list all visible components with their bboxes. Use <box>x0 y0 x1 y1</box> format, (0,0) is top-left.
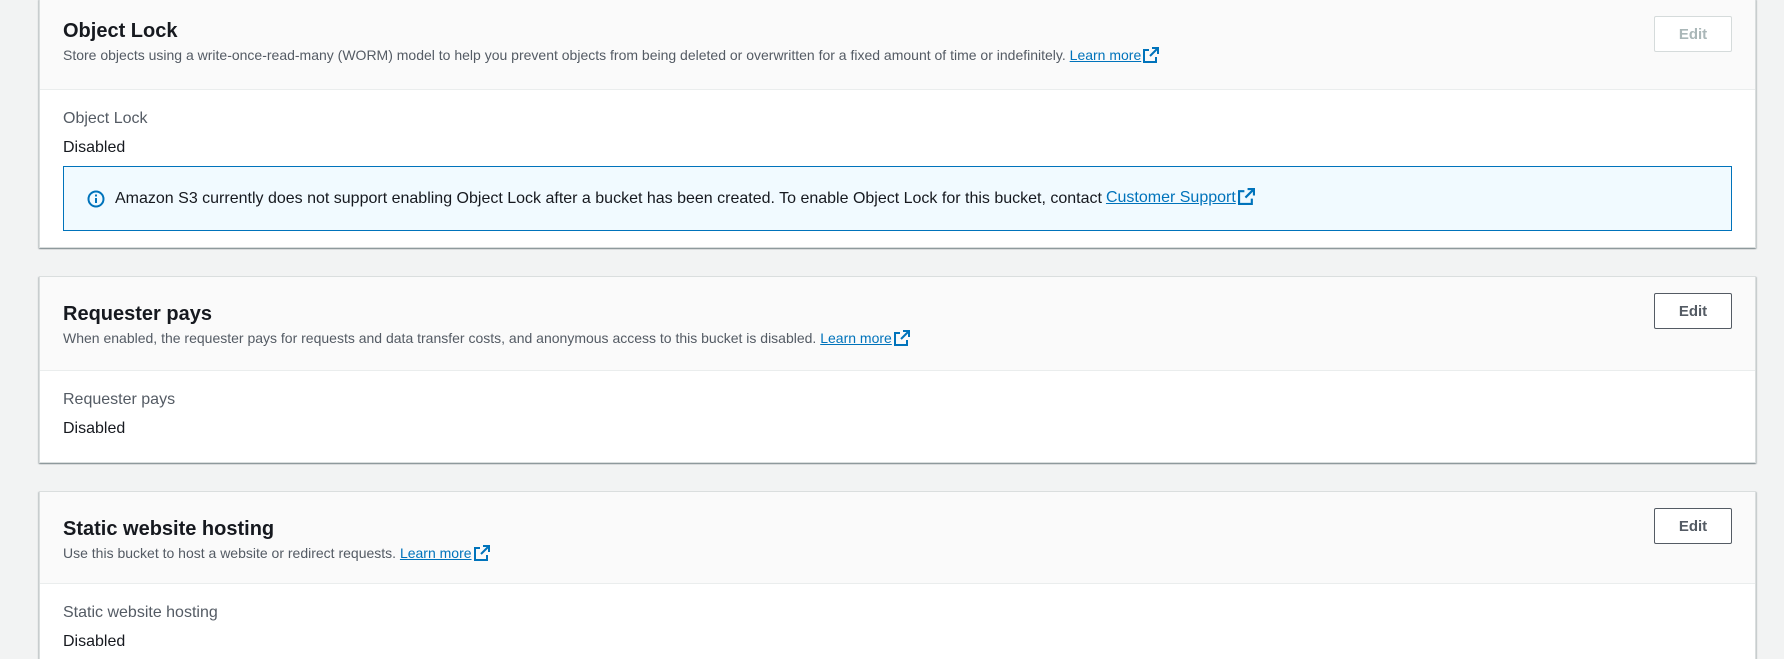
static-website-hosting-panel: Static website hosting Use this bucket t… <box>39 491 1756 659</box>
requester-pays-panel: Requester pays When enabled, the request… <box>39 276 1756 463</box>
learn-more-label: Learn more <box>820 330 892 346</box>
object-lock-learn-more-link[interactable]: Learn more <box>1070 47 1160 63</box>
requester-pays-learn-more-link[interactable]: Learn more <box>820 330 910 346</box>
static-website-hosting-title: Static website hosting <box>63 518 275 540</box>
object-lock-info-alert: Amazon S3 currently does not support ena… <box>63 166 1732 231</box>
object-lock-description-text: Store objects using a write-once-read-ma… <box>63 47 1066 63</box>
customer-support-label: Customer Support <box>1105 188 1236 206</box>
static-website-hosting-learn-more-link[interactable]: Learn more <box>400 545 490 561</box>
requester-pays-title: Requester pays <box>63 303 212 325</box>
static-website-hosting-body: Static website hosting Disabled <box>40 584 1755 653</box>
object-lock-header: Object Lock Store objects using a write-… <box>40 0 1755 90</box>
object-lock-description: Store objects using a write-once-read-ma… <box>63 45 1732 68</box>
info-alert-text: Amazon S3 currently does not support ena… <box>115 189 1102 207</box>
requester-pays-header: Requester pays When enabled, the request… <box>40 277 1755 371</box>
static-website-hosting-field-value: Disabled <box>63 633 126 650</box>
object-lock-field-value: Disabled <box>63 139 126 156</box>
requester-pays-field-value: Disabled <box>63 420 126 437</box>
learn-more-label: Learn more <box>399 545 472 561</box>
static-website-hosting-description-text: Use this bucket to host a website or red… <box>63 545 397 561</box>
static-website-hosting-edit-button[interactable]: Edit <box>1654 508 1732 544</box>
object-lock-title: Object Lock <box>63 20 178 42</box>
requester-pays-description: When enabled, the requester pays for req… <box>63 328 1732 351</box>
requester-pays-body: Requester pays Disabled <box>40 371 1755 440</box>
static-website-hosting-description: Use this bucket to host a website or red… <box>63 543 1732 566</box>
bucket-properties-page: Object Lock Store objects using a write-… <box>0 0 1784 659</box>
external-link-icon <box>1237 187 1255 210</box>
requester-pays-field-label: Requester pays <box>63 391 176 408</box>
object-lock-field-label: Object Lock <box>63 110 148 127</box>
learn-more-label: Learn more <box>1069 47 1142 63</box>
customer-support-link[interactable]: Customer Support <box>1105 187 1255 210</box>
requester-pays-description-text: When enabled, the requester pays for req… <box>63 330 817 346</box>
requester-pays-edit-button[interactable]: Edit <box>1654 293 1732 329</box>
info-icon <box>87 190 105 208</box>
external-link-icon <box>1143 47 1160 68</box>
static-website-hosting-field-label: Static website hosting <box>63 604 218 621</box>
object-lock-panel: Object Lock Store objects using a write-… <box>39 0 1756 248</box>
object-lock-edit-button[interactable]: Edit <box>1654 16 1732 52</box>
external-link-icon <box>893 330 910 351</box>
external-link-icon <box>473 545 490 566</box>
object-lock-body: Object Lock Disabled Amazon S3 currently… <box>40 90 1755 231</box>
static-website-hosting-header: Static website hosting Use this bucket t… <box>40 492 1755 584</box>
